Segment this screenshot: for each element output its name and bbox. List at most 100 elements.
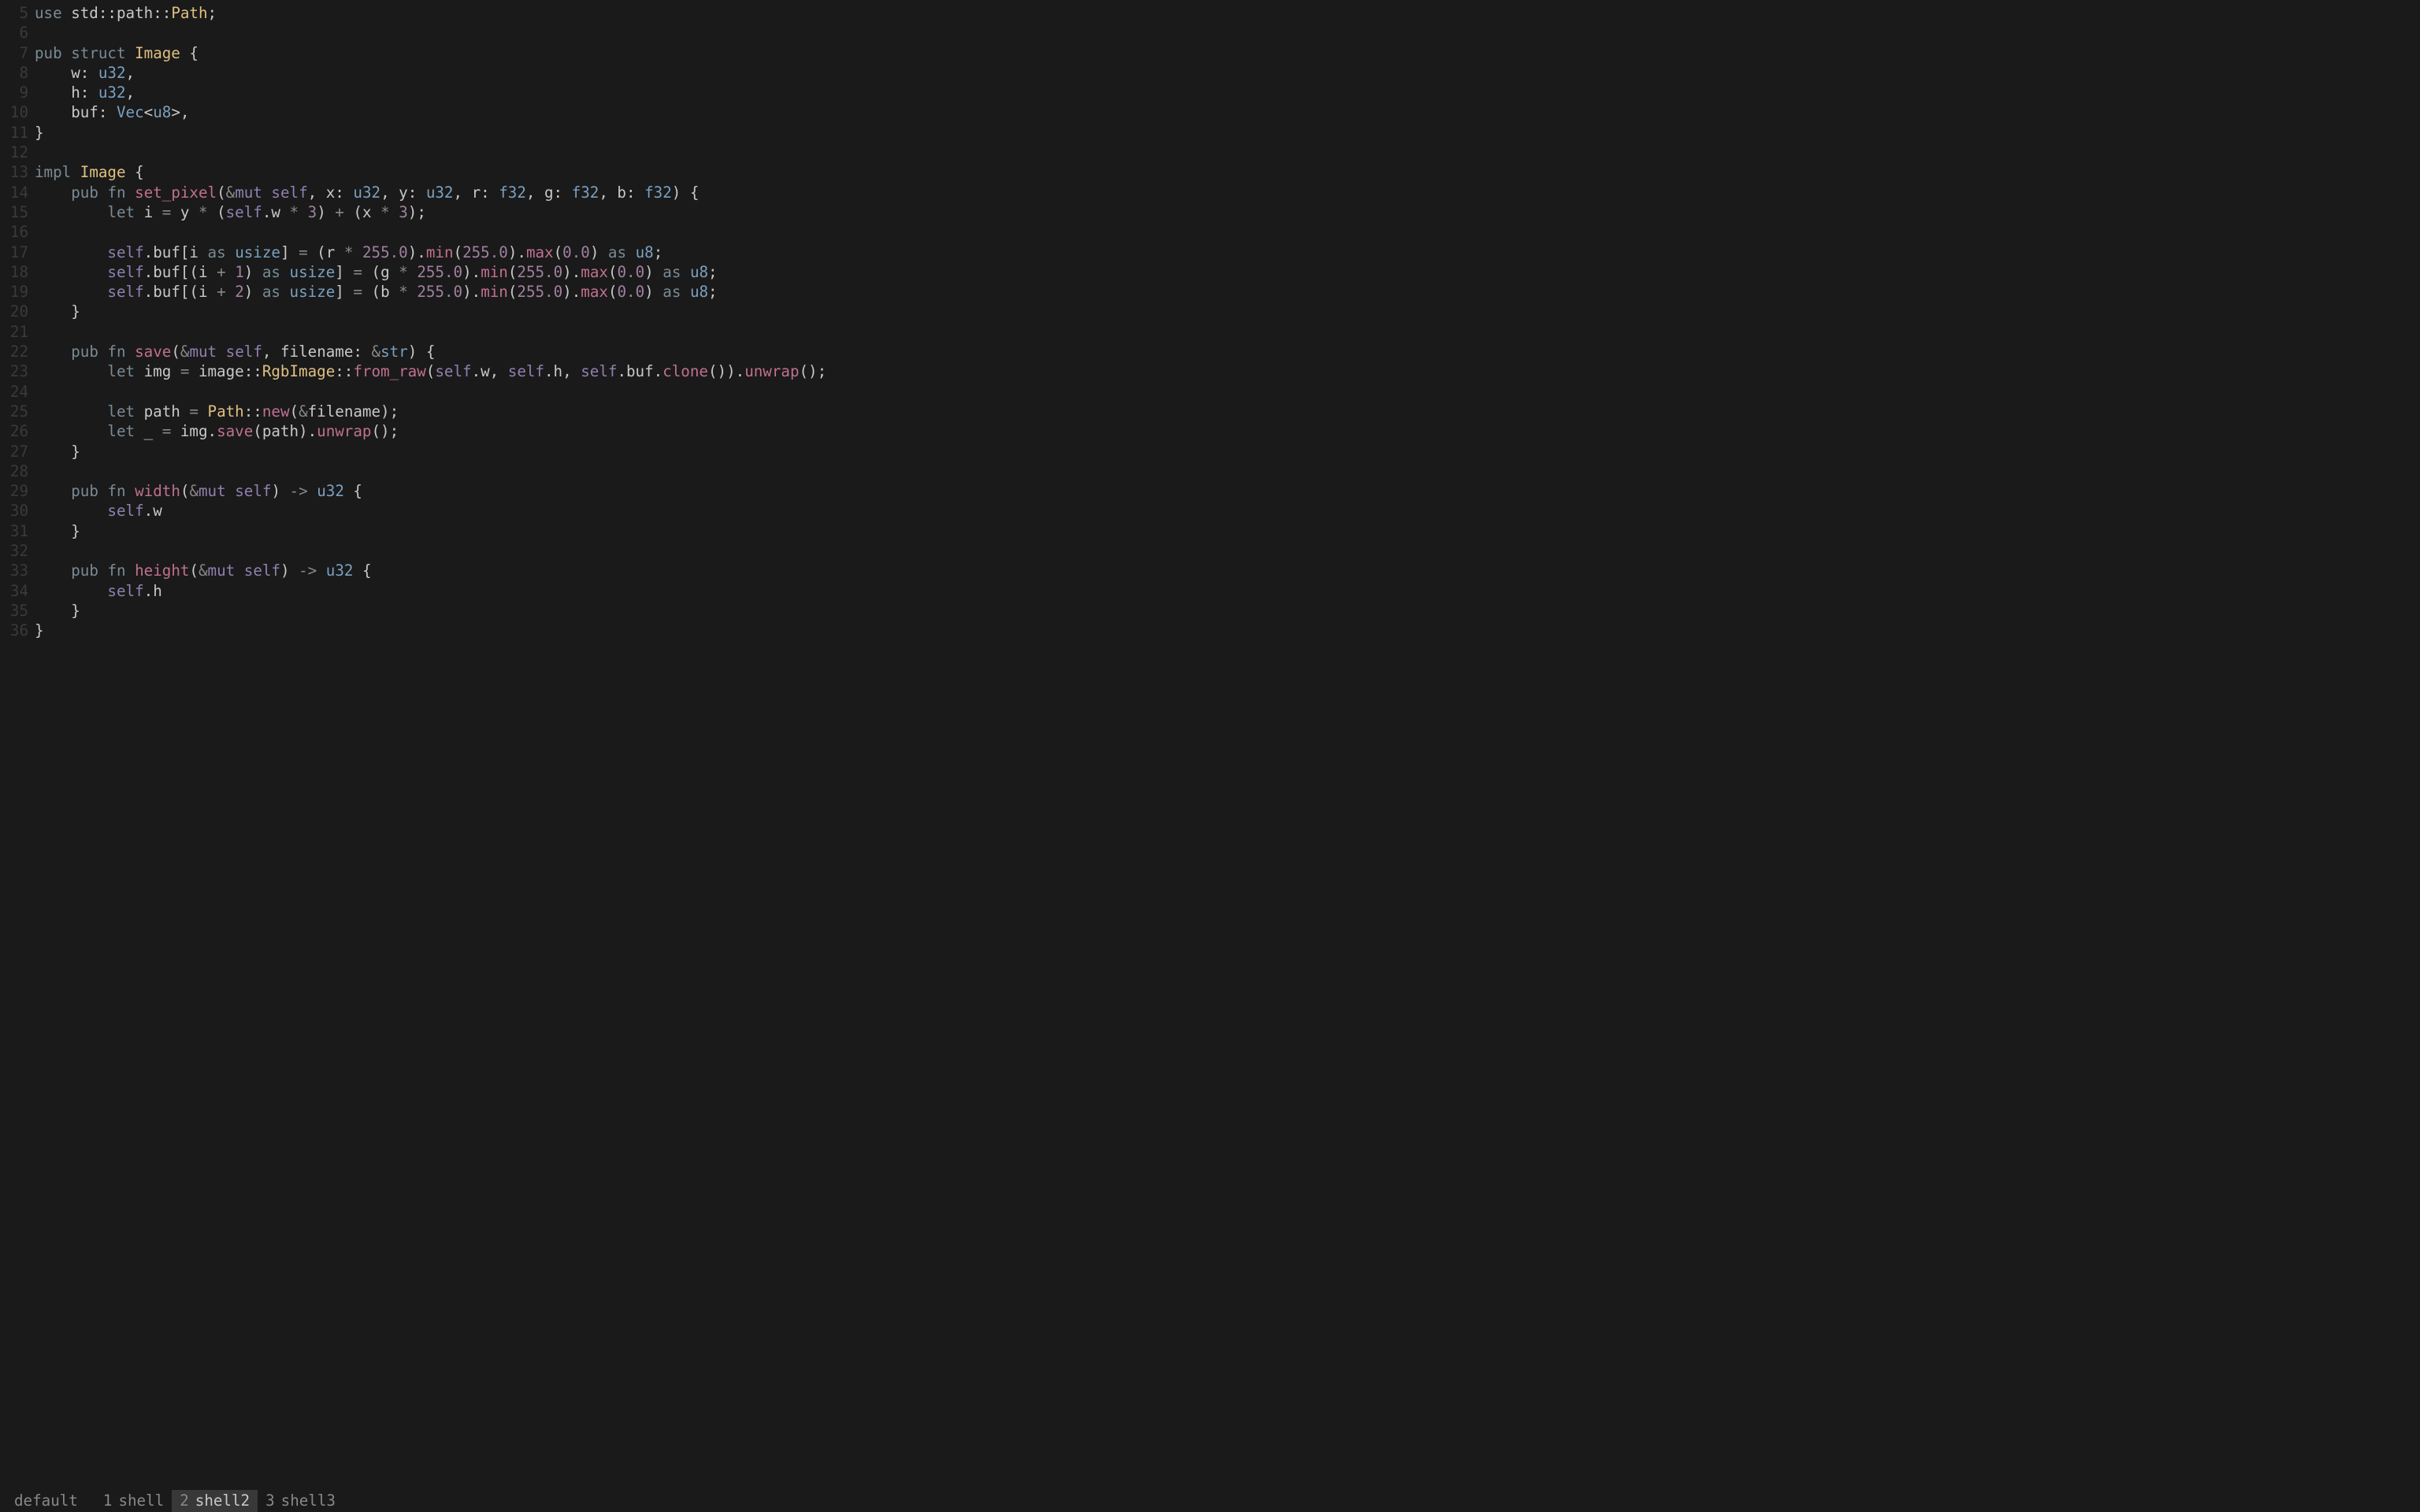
code-content[interactable]: self.h	[35, 581, 162, 601]
tmux-window-index: 3	[265, 1491, 275, 1510]
code-line[interactable]: 13impl Image {	[0, 162, 2420, 182]
code-line[interactable]: 24	[0, 382, 2420, 402]
code-editor[interactable]: 5use std::path::Path;67pub struct Image …	[0, 0, 2420, 1490]
code-line[interactable]: 12	[0, 143, 2420, 162]
line-number: 34	[0, 581, 35, 601]
line-number: 27	[0, 442, 35, 461]
line-number: 33	[0, 561, 35, 580]
code-line[interactable]: 26 let _ = img.save(path).unwrap();	[0, 421, 2420, 441]
code-content[interactable]: self.buf[(i + 2) as usize] = (b * 255.0)…	[35, 282, 718, 302]
line-number: 36	[0, 621, 35, 640]
tmux-session-name: default	[14, 1491, 78, 1510]
code-line[interactable]: 33 pub fn height(&mut self) -> u32 {	[0, 561, 2420, 580]
line-number: 19	[0, 282, 35, 302]
tmux-window-name: shell	[118, 1491, 164, 1510]
line-number: 28	[0, 461, 35, 481]
code-line[interactable]: 27 }	[0, 442, 2420, 461]
line-number: 30	[0, 501, 35, 521]
line-number: 9	[0, 83, 35, 102]
code-line[interactable]: 25 let path = Path::new(&filename);	[0, 402, 2420, 421]
code-content[interactable]: }	[35, 621, 44, 640]
code-line[interactable]: 19 self.buf[(i + 2) as usize] = (b * 255…	[0, 282, 2420, 302]
code-line[interactable]: 23 let img = image::RgbImage::from_raw(s…	[0, 361, 2420, 381]
line-number: 29	[0, 481, 35, 501]
code-content[interactable]: self.w	[35, 501, 162, 521]
tmux-window-name: shell3	[281, 1491, 336, 1510]
code-content[interactable]: pub fn height(&mut self) -> u32 {	[35, 561, 372, 580]
line-number: 8	[0, 63, 35, 83]
code-content[interactable]: pub struct Image {	[35, 43, 199, 63]
code-line[interactable]: 28	[0, 461, 2420, 481]
code-content[interactable]: self.buf[i as usize] = (r * 255.0).min(2…	[35, 243, 663, 262]
code-content[interactable]: h: u32,	[35, 83, 135, 102]
line-number: 10	[0, 102, 35, 122]
code-content[interactable]: let _ = img.save(path).unwrap();	[35, 421, 399, 441]
code-content[interactable]: pub fn set_pixel(&mut self, x: u32, y: u…	[35, 183, 699, 202]
code-content[interactable]: pub fn width(&mut self) -> u32 {	[35, 481, 362, 501]
line-number: 24	[0, 382, 35, 402]
code-content[interactable]: }	[35, 123, 44, 143]
line-number: 25	[0, 402, 35, 421]
line-number: 31	[0, 521, 35, 541]
line-number: 21	[0, 322, 35, 342]
tmux-window-index: 2	[180, 1491, 189, 1510]
line-number: 32	[0, 541, 35, 561]
line-number: 12	[0, 143, 35, 162]
code-content[interactable]: let img = image::RgbImage::from_raw(self…	[35, 361, 826, 381]
code-content[interactable]: let path = Path::new(&filename);	[35, 402, 399, 421]
code-line[interactable]: 34 self.h	[0, 581, 2420, 601]
code-line[interactable]: 11}	[0, 123, 2420, 143]
code-line[interactable]: 7pub struct Image {	[0, 43, 2420, 63]
code-line[interactable]: 31 }	[0, 521, 2420, 541]
code-line[interactable]: 21	[0, 322, 2420, 342]
line-number: 5	[0, 3, 35, 23]
line-number: 16	[0, 222, 35, 242]
line-number: 11	[0, 123, 35, 143]
code-content[interactable]: }	[35, 442, 80, 461]
code-content[interactable]: }	[35, 521, 80, 541]
code-line[interactable]: 32	[0, 541, 2420, 561]
code-line[interactable]: 22 pub fn save(&mut self, filename: &str…	[0, 342, 2420, 361]
code-line[interactable]: 29 pub fn width(&mut self) -> u32 {	[0, 481, 2420, 501]
line-number: 15	[0, 202, 35, 222]
code-line[interactable]: 36}	[0, 621, 2420, 640]
code-line[interactable]: 5use std::path::Path;	[0, 3, 2420, 23]
code-line[interactable]: 35 }	[0, 601, 2420, 621]
code-content[interactable]: }	[35, 601, 80, 621]
code-content[interactable]: pub fn save(&mut self, filename: &str) {	[35, 342, 435, 361]
code-line[interactable]: 9 h: u32,	[0, 83, 2420, 102]
tmux-window-index: 1	[103, 1491, 113, 1510]
line-number: 14	[0, 183, 35, 202]
code-content[interactable]: impl Image {	[35, 162, 144, 182]
code-line[interactable]: 17 self.buf[i as usize] = (r * 255.0).mi…	[0, 243, 2420, 262]
line-number: 23	[0, 361, 35, 381]
tmux-window-tab-shell[interactable]: 1 shell	[95, 1490, 172, 1512]
code-line[interactable]: 14 pub fn set_pixel(&mut self, x: u32, y…	[0, 183, 2420, 202]
tmux-window-tab-shell3[interactable]: 3 shell3	[258, 1490, 343, 1512]
line-number: 6	[0, 23, 35, 43]
line-number: 18	[0, 262, 35, 282]
code-line[interactable]: 15 let i = y * (self.w * 3) + (x * 3);	[0, 202, 2420, 222]
line-number: 7	[0, 43, 35, 63]
tmux-window-name: shell2	[195, 1491, 250, 1510]
code-line[interactable]: 8 w: u32,	[0, 63, 2420, 83]
code-line[interactable]: 16	[0, 222, 2420, 242]
code-content[interactable]: self.buf[(i + 1) as usize] = (g * 255.0)…	[35, 262, 718, 282]
line-number: 17	[0, 243, 35, 262]
code-line[interactable]: 30 self.w	[0, 501, 2420, 521]
code-content[interactable]: let i = y * (self.w * 3) + (x * 3);	[35, 202, 426, 222]
code-content[interactable]: }	[35, 302, 80, 321]
tmux-window-tab-shell2[interactable]: 2 shell2	[172, 1490, 258, 1512]
line-number: 22	[0, 342, 35, 361]
code-content[interactable]: buf: Vec<u8>,	[35, 102, 189, 122]
line-number: 35	[0, 601, 35, 621]
code-line[interactable]: 20 }	[0, 302, 2420, 321]
line-number: 13	[0, 162, 35, 182]
line-number: 26	[0, 421, 35, 441]
code-content[interactable]: w: u32,	[35, 63, 135, 83]
code-line[interactable]: 10 buf: Vec<u8>,	[0, 102, 2420, 122]
code-content[interactable]: use std::path::Path;	[35, 3, 217, 23]
line-number: 20	[0, 302, 35, 321]
code-line[interactable]: 18 self.buf[(i + 1) as usize] = (g * 255…	[0, 262, 2420, 282]
code-line[interactable]: 6	[0, 23, 2420, 43]
